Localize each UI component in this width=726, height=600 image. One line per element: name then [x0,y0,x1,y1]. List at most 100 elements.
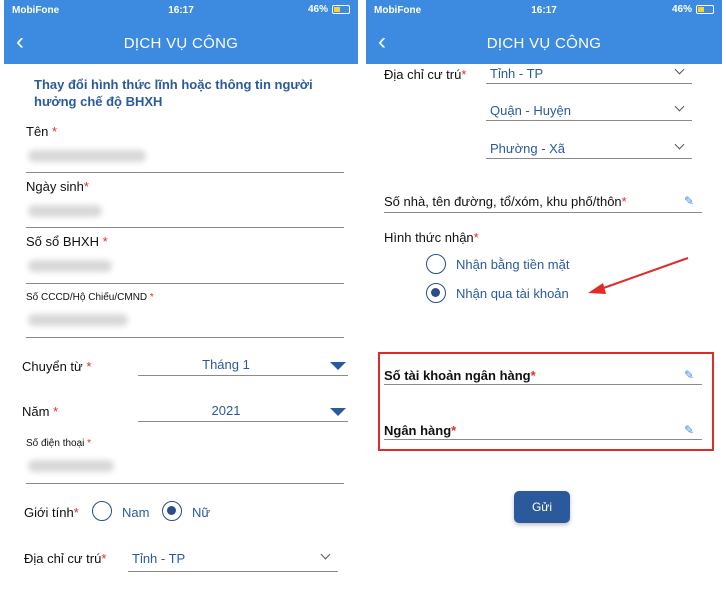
chevron-down-icon [674,101,685,112]
transfer-from-label: Chuyển từ * [22,359,91,374]
battery-fill [334,7,340,12]
annotation-arrow-head [588,283,606,294]
ward-underline [486,158,692,159]
required-mark: * [102,234,108,249]
province-underline [128,571,338,572]
name-field[interactable] [28,150,146,162]
nav-bar: ‹ DỊCH VỤ CÔNG [366,22,722,64]
required-mark: * [461,67,467,82]
address-label-text: Địa chỉ cư trú [24,551,102,566]
province-value: Tỉnh - TP [490,66,544,81]
bank-account-field[interactable]: Số tài khoản ngân hàng* ✎ [384,368,702,390]
clock-label: 16:17 [531,5,557,16]
receive-option-cash[interactable]: Nhận bằng tiền mặt [426,254,596,276]
transfer-from-underline [138,375,348,376]
province-select[interactable]: Tỉnh - TP [486,63,692,89]
bank-field[interactable]: Ngân hàng* ✎ [384,423,702,445]
year-value: 2021 [211,403,241,418]
radio-unchecked-icon [426,254,446,274]
required-mark: * [73,505,79,520]
dob-field-underline [26,227,344,228]
radio-checked-icon [426,283,446,303]
screen-left: MobiFone 16:17 46% ‹ DỊCH VỤ CÔNG Thay đ… [4,0,358,600]
required-mark: * [530,368,536,383]
bank-label: Ngân hàng* [384,423,456,438]
clock-label: 16:17 [168,5,194,16]
phone-label: Số điện thoại * [26,438,91,449]
dob-label: Ngày sinh* [26,179,89,194]
address-label-text: Địa chỉ cư trú [384,67,462,82]
bank-label-text: Ngân hàng [384,423,452,438]
required-mark: * [473,230,479,245]
street-label: Số nhà, tên đường, tổ/xóm, khu phố/thôn* [384,194,627,209]
gender-option-female[interactable]: Nữ [162,501,234,523]
phone-field[interactable] [28,460,114,472]
phone-label-text: Số điện thoại [26,438,85,449]
status-right: 46% [672,4,714,15]
required-mark: * [101,551,107,566]
id-field[interactable] [28,314,128,326]
year-label: Năm * [22,404,58,419]
ward-value: Phường - Xã [490,141,566,156]
chevron-down-icon [320,549,331,560]
province-underline [486,83,692,84]
required-mark: * [87,438,92,449]
radio-unchecked-icon [92,501,112,521]
required-mark: * [52,124,58,139]
bank-underline [384,439,702,440]
province-select[interactable]: Tỉnh - TP [128,547,338,573]
required-mark: * [451,423,457,438]
street-field[interactable]: Số nhà, tên đường, tổ/xóm, khu phố/thôn*… [384,194,702,216]
street-underline [384,212,702,213]
name-label: Tên * [26,124,57,139]
chevron-down-icon [674,64,685,75]
battery-icon [332,5,350,14]
province-value: Tỉnh - TP [132,551,186,566]
transfer-from-label-text: Chuyển từ [22,359,83,374]
district-value: Quận - Huyện [490,103,571,118]
status-right: 46% [308,4,350,15]
district-underline [486,120,692,121]
dob-field[interactable] [28,205,102,217]
chevron-down-icon [674,139,685,150]
bank-account-label-text: Số tài khoản ngân hàng [384,368,531,383]
required-mark: * [621,194,627,209]
year-underline [138,421,348,422]
phone-field-underline [26,483,344,484]
bhxh-field-underline [26,283,344,284]
address-label: Địa chỉ cư trú* [384,67,466,82]
ward-select[interactable]: Phường - Xã [486,138,692,164]
gender-option-male[interactable]: Nam [92,501,164,523]
submit-button[interactable]: Gửi [514,491,570,523]
bhxh-label-text: Số sổ BHXH [26,234,99,249]
name-field-underline [26,172,344,173]
bhxh-label: Số sổ BHXH * [26,234,108,249]
gender-label: Giới tính* [24,505,79,520]
annotation-arrow-icon [588,257,689,294]
district-select[interactable]: Quận - Huyện [486,100,692,126]
required-mark: * [149,292,154,303]
bhxh-field[interactable] [28,260,112,272]
receive-option-cash-label: Nhận bằng tiền mặt [456,257,570,272]
page-title: DỊCH VỤ CÔNG [486,35,602,52]
bank-account-label: Số tài khoản ngân hàng* [384,368,536,383]
id-label: Số CCCD/Hộ Chiếu/CMND * [26,292,154,303]
dropdown-triangle-icon [330,362,346,370]
name-label-text: Tên [26,124,49,139]
year-select[interactable]: 2021 [138,400,348,424]
dob-label-text: Ngày sinh [26,179,84,194]
pencil-icon: ✎ [684,368,695,382]
transfer-from-select[interactable]: Tháng 1 [138,354,348,378]
dropdown-triangle-icon [330,408,346,416]
transfer-from-value: Tháng 1 [202,357,250,372]
battery-percent: 46% [671,4,692,15]
receive-option-account-label: Nhận qua tài khoản [456,286,569,301]
receive-option-account[interactable]: Nhận qua tài khoản [426,283,596,305]
status-bar: MobiFone 16:17 46% [366,0,722,22]
receive-method-label-text: Hình thức nhận [384,230,474,245]
required-mark: * [53,404,59,419]
battery-fill [698,7,704,12]
pencil-icon: ✎ [684,423,695,437]
radio-checked-icon [162,501,182,521]
address-label: Địa chỉ cư trú* [24,551,106,566]
